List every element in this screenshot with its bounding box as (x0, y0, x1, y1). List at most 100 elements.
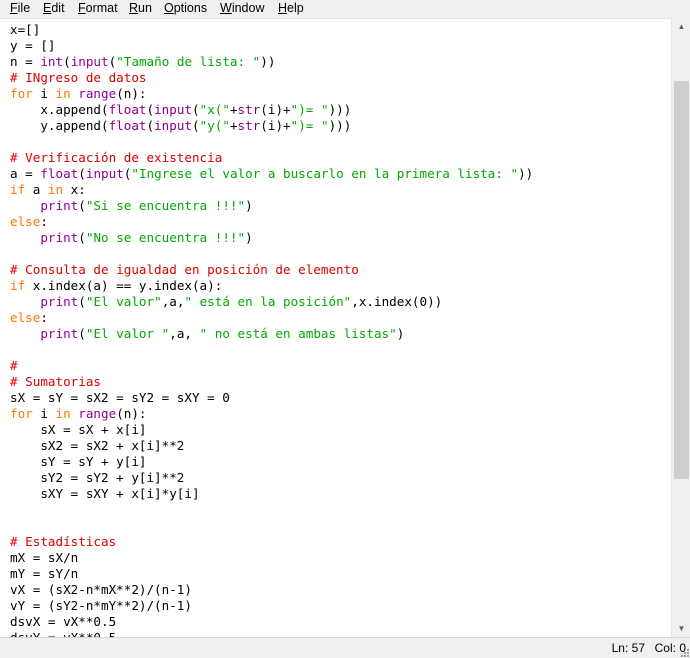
code-token: input (154, 102, 193, 117)
code-token: ( (192, 102, 200, 117)
code-token: if (10, 278, 26, 293)
code-token: ,a, (161, 294, 185, 309)
scrollbar-thumb[interactable] (674, 81, 689, 479)
code-token: in (55, 86, 71, 101)
code-token: (n): (116, 406, 147, 421)
code-token: # Verificación de existencia (10, 150, 223, 165)
code-line: # Consulta de igualdad en posición de el… (10, 262, 533, 278)
code-token: x.index(a) == y.index(a): (25, 278, 223, 293)
code-line: sX2 = sX2 + x[i]**2 (10, 438, 533, 454)
code-line: # Sumatorias (10, 374, 533, 390)
code-token: sY2 = sY2 + y[i]**2 (10, 470, 185, 485)
code-line: if a in x: (10, 182, 533, 198)
code-token: + (229, 118, 238, 133)
code-token: y = [] (10, 38, 56, 53)
code-line: # INgreso de datos (10, 70, 533, 86)
scroll-down-arrow-icon[interactable]: ▼ (672, 620, 690, 637)
code-line: sXY = sXY + x[i]*y[i] (10, 486, 533, 502)
menu-options[interactable]: Options (164, 1, 207, 15)
code-token: input (154, 118, 193, 133)
code-token: x.append( (10, 102, 109, 117)
code-token: sX = sY = sX2 = sY2 = sXY = 0 (10, 390, 230, 405)
scroll-up-arrow-icon[interactable]: ▲ (672, 18, 690, 35)
code-token: ( (192, 118, 200, 133)
code-token: i (32, 86, 56, 101)
code-token: "x(" (199, 102, 230, 117)
menu-edit[interactable]: Edit (43, 1, 65, 15)
code-token: sY = sY + y[i] (10, 454, 147, 469)
code-token: for (10, 86, 33, 101)
vertical-scrollbar[interactable]: ▲ ▼ (671, 18, 690, 637)
code-token: ")= " (290, 102, 329, 117)
code-token: # (10, 358, 18, 373)
code-line: else: (10, 310, 533, 326)
code-token: "Tamaño de lista: " (116, 54, 261, 69)
menu-window[interactable]: Window (220, 1, 264, 15)
code-token: str (237, 102, 261, 117)
code-token: : (40, 310, 48, 325)
code-token: print (40, 198, 79, 213)
menu-format[interactable]: Format (78, 1, 118, 15)
code-token: dsvX = vX**0.5 (10, 614, 117, 629)
menu-help[interactable]: Help (278, 1, 304, 15)
code-line: else: (10, 214, 533, 230)
code-token: in (55, 406, 71, 421)
code-line: x.append(float(input("x("+str(i)+")= "))… (10, 102, 533, 118)
code-token: ( (78, 198, 86, 213)
code-token: float (40, 166, 79, 181)
code-token: x: (63, 182, 86, 197)
code-token: y.append( (10, 118, 109, 133)
code-token: ( (146, 118, 155, 133)
code-line: y.append(float(input("y("+str(i)+")= "))… (10, 118, 533, 134)
code-token: else (10, 310, 41, 325)
code-token: sX2 = sX2 + x[i]**2 (10, 438, 185, 453)
code-line: print("Si se encuentra !!!") (10, 198, 533, 214)
code-token: (i)+ (260, 118, 291, 133)
code-token: "No se encuentra !!!" (85, 230, 246, 245)
code-line: sX = sY = sX2 = sY2 = sXY = 0 (10, 390, 533, 406)
code-token: (n): (116, 86, 147, 101)
code-token: sX = sX + x[i] (10, 422, 147, 437)
code-token: ( (63, 54, 71, 69)
code-token: print (40, 326, 79, 341)
resize-grip-icon[interactable] (679, 647, 689, 657)
code-editor[interactable]: x=[] y = [] n = int(input("Tamaño de lista… (0, 18, 671, 638)
code-token: n = (10, 54, 41, 69)
code-token: " no está en ambas listas" (199, 326, 397, 341)
code-token: float (108, 102, 147, 117)
code-line: mY = sY/n (10, 566, 533, 582)
code-line: # (10, 358, 533, 374)
code-line: print("No se encuentra !!!") (10, 230, 533, 246)
code-token: ( (146, 102, 155, 117)
code-line: vX = (sX2-n*mX**2)/(n-1) (10, 582, 533, 598)
code-token: ( (78, 294, 86, 309)
code-token: i (32, 406, 56, 421)
code-line: sY = sY + y[i] (10, 454, 533, 470)
code-token: sXY = sXY + x[i]*y[i] (10, 486, 200, 501)
menu-run[interactable]: Run (129, 1, 152, 15)
code-line: print("El valor",a," está en la posición… (10, 294, 533, 310)
code-token: # Sumatorias (10, 374, 101, 389)
code-token: "El valor" (85, 294, 162, 309)
code-text[interactable]: x=[] y = [] n = int(input("Tamaño de lista… (10, 22, 533, 638)
code-token: ))) (328, 102, 352, 117)
code-token: ")= " (290, 118, 329, 133)
menu-file[interactable]: File (10, 1, 30, 15)
code-token: input (85, 166, 124, 181)
code-token: a = (10, 166, 41, 181)
code-token: ) (245, 230, 253, 245)
code-token: int (40, 54, 64, 69)
code-token: x=[] (10, 22, 41, 37)
code-token: )) (260, 54, 276, 69)
code-token: float (108, 118, 147, 133)
code-token: str (237, 118, 261, 133)
